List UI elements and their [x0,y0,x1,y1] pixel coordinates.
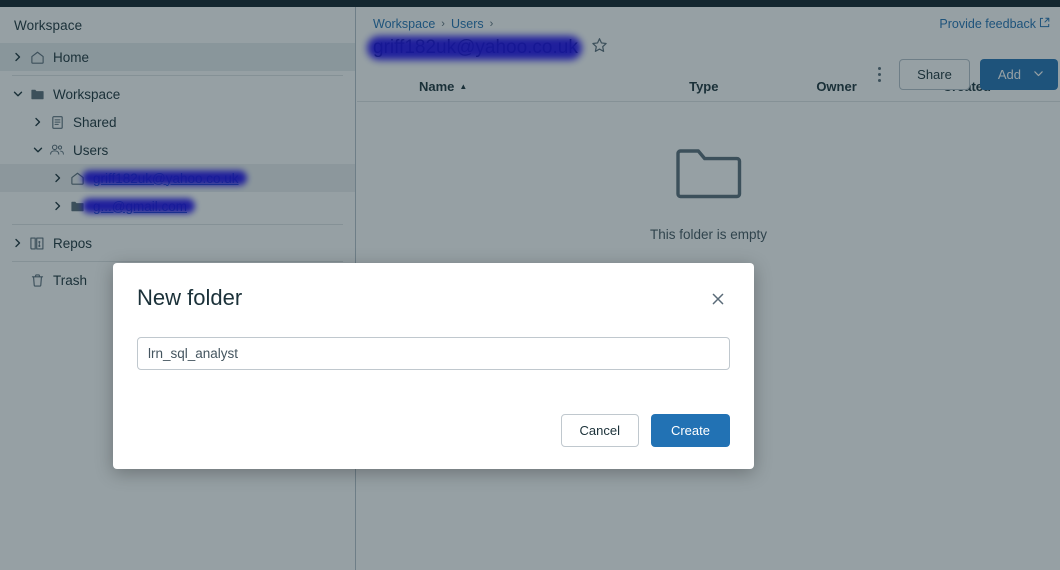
dialog-title: New folder [137,285,243,310]
dialog-body [113,315,754,370]
dialog-footer: Cancel Create [113,370,754,469]
create-button[interactable]: Create [650,414,730,447]
new-folder-dialog: New folder Cancel Create [113,263,754,469]
app-root: Workspace Home Workspace Shared Users gr… [0,0,1060,570]
close-icon[interactable] [706,287,730,315]
cancel-button[interactable]: Cancel [560,414,639,447]
dialog-header: New folder [113,263,754,315]
folder-name-input[interactable] [137,337,730,370]
